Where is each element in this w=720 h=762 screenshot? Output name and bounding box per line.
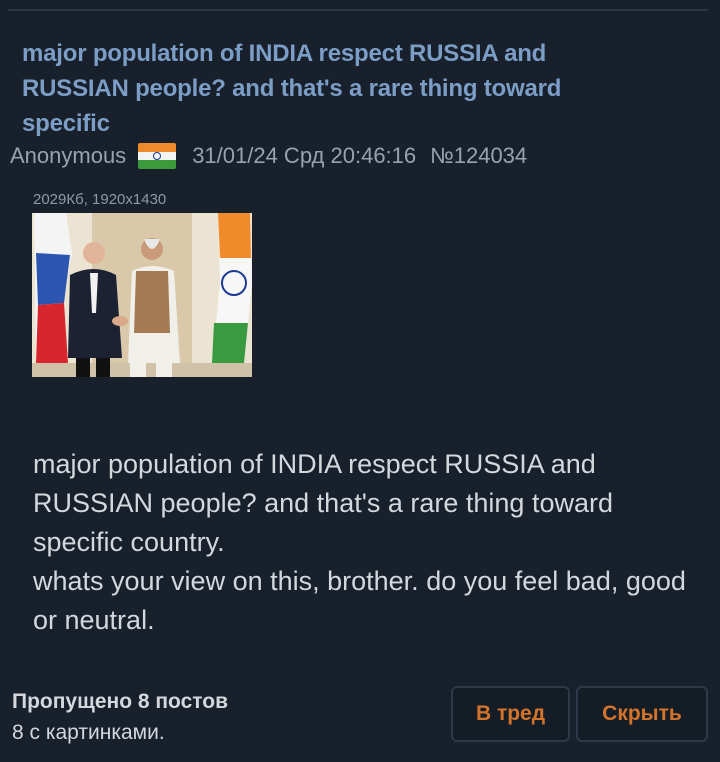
post-subject: major population of INDIA respect RUSSIA… (22, 40, 562, 137)
india-flag-icon (138, 143, 177, 169)
post-body-line: whats your view on this, brother. do you… (33, 566, 686, 635)
file-info: 2029Кб, 1920x1430 (33, 191, 167, 208)
post-author: Anonymous (10, 143, 127, 168)
skipped-posts-count: Пропущено 8 постов (12, 690, 229, 713)
open-thread-button[interactable]: В тред (451, 686, 570, 742)
top-divider (8, 9, 708, 11)
post-number-link[interactable]: №124034 (430, 143, 527, 169)
post-body-line: major population of INDIA respect RUSSIA… (33, 449, 613, 557)
post-body: major population of INDIA respect RUSSIA… (33, 445, 693, 640)
post-image-thumbnail[interactable] (32, 213, 252, 377)
skipped-posts-info: Пропущено 8 постов 8 с картинками. (12, 686, 228, 748)
post-meta: Anonymous 31/01/24 Срд 20:46:16 №124034 (10, 141, 527, 171)
skipped-images-count: 8 с картинками. (12, 721, 165, 744)
post-date: 31/01/24 Срд 20:46:16 (192, 143, 417, 168)
hide-thread-button[interactable]: Скрыть (576, 686, 708, 742)
